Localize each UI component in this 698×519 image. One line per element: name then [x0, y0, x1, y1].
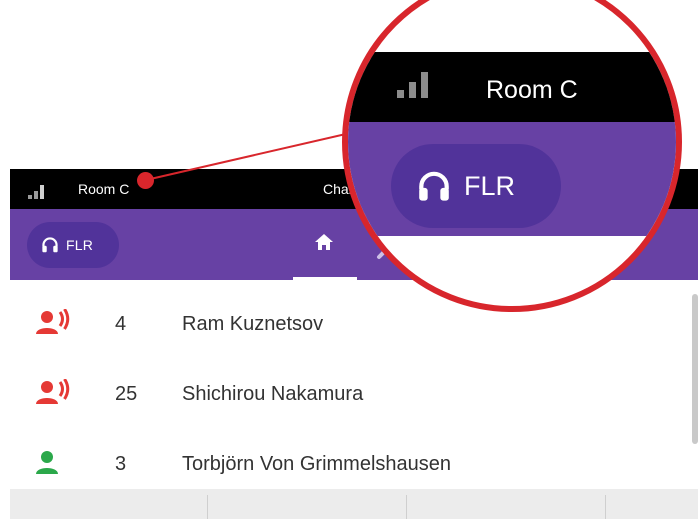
speaking-person-icon: [36, 379, 70, 404]
signal-strength-icon: [28, 183, 48, 199]
room-name: Room C: [78, 181, 130, 197]
magnified-room-name: Room C: [486, 76, 578, 104]
magnified-toolbar: FLR: [348, 122, 676, 236]
seat-number: 3: [115, 453, 127, 475]
list-item[interactable]: 4 Ram Kuznetsov: [10, 290, 698, 360]
callout-marker: [137, 172, 154, 189]
participant-name: Ram Kuznetsov: [182, 313, 324, 335]
language-channel-label: FLR: [66, 237, 94, 253]
headphones-icon: [42, 237, 58, 253]
selected-tab-indicator: [293, 277, 357, 280]
seat-number: 25: [115, 383, 138, 405]
headphones-icon: [419, 171, 449, 201]
participant-name: Torbjörn Von Grimmelshausen: [182, 453, 452, 475]
magnified-language-label: FLR: [464, 170, 516, 201]
participant-list: 4 Ram Kuznetsov 25 Shichirou Nakamura 3 …: [10, 290, 698, 500]
magnified-status-bar: Room C: [348, 52, 676, 170]
participant-name: Shichirou Nakamura: [182, 383, 364, 405]
person-icon: [36, 451, 58, 474]
bottom-bar: [10, 489, 698, 519]
language-channel-button[interactable]: FLR: [27, 222, 119, 268]
list-item[interactable]: 25 Shichirou Nakamura: [10, 360, 698, 430]
home-icon: [315, 234, 333, 250]
seat-number: 4: [115, 313, 127, 335]
signal-strength-icon: [397, 72, 431, 98]
scrollbar[interactable]: [692, 294, 698, 444]
speaking-person-icon: [36, 309, 70, 334]
magnified-language-channel-button: FLR: [391, 144, 561, 228]
